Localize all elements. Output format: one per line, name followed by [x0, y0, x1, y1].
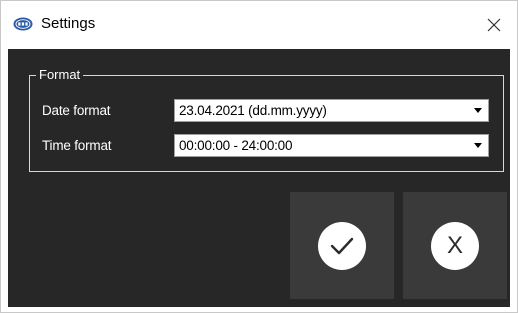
date-format-select[interactable]: 23.04.2021 (dd.mm.yyyy) [174, 99, 489, 122]
cancel-button-circle: X [431, 221, 479, 270]
chevron-down-icon [474, 108, 482, 113]
time-format-value: 00:00:00 - 24:00:00 [179, 138, 293, 153]
time-format-label: Time format [42, 138, 112, 153]
window-title: Settings [41, 15, 96, 32]
title-bar[interactable]: Settings [1, 1, 517, 49]
close-icon [487, 18, 501, 32]
checkmark-icon [330, 237, 354, 254]
time-format-dropdown-arrow[interactable] [468, 135, 488, 156]
time-format-select[interactable]: 00:00:00 - 24:00:00 [174, 134, 489, 157]
close-button[interactable] [471, 1, 517, 49]
ok-button-circle [318, 221, 366, 270]
date-format-label: Date format [42, 103, 111, 118]
date-format-dropdown-arrow[interactable] [468, 100, 488, 121]
format-group-legend: Format [36, 67, 84, 83]
ok-button[interactable] [290, 192, 394, 299]
settings-window: Settings Format Date format 23.04.2021 (… [0, 0, 518, 313]
x-icon: X [446, 231, 463, 259]
date-format-value: 23.04.2021 (dd.mm.yyyy) [179, 103, 327, 118]
settings-panel: Format Date format 23.04.2021 (dd.mm.yyy… [8, 49, 510, 307]
cancel-button[interactable]: X [403, 192, 507, 299]
format-groupbox: Format Date format 23.04.2021 (dd.mm.yyy… [29, 67, 504, 172]
pce-logo-icon [13, 17, 33, 31]
chevron-down-icon [474, 143, 482, 148]
